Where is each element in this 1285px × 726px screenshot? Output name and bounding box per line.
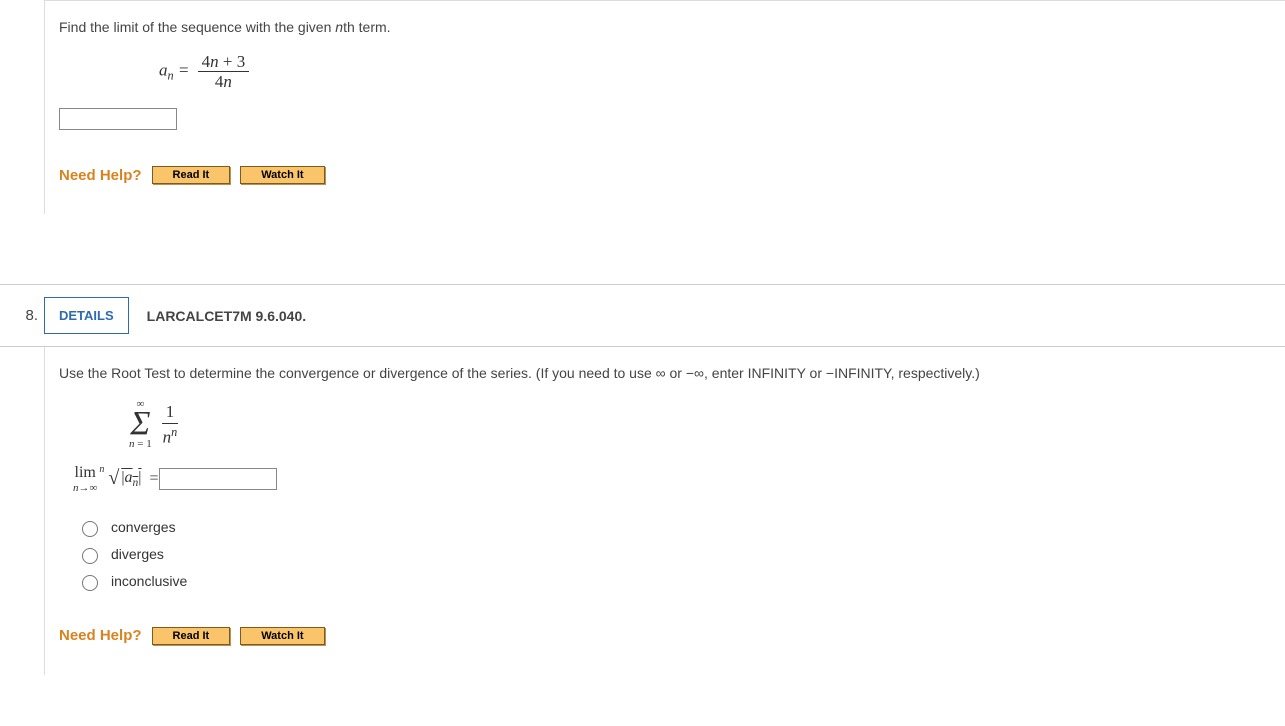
prompt-text-post: th term. — [343, 19, 390, 35]
need-help-row: Need Help? Read It Watch It — [59, 627, 1285, 645]
question-body-8: Use the Root Test to determine the conve… — [44, 347, 1285, 675]
limit-expression: lim n→∞ n √|an| = — [73, 464, 1285, 494]
option-label: inconclusive — [111, 573, 187, 589]
option-label: converges — [111, 519, 176, 535]
question-prompt: Use the Root Test to determine the conve… — [59, 365, 1285, 381]
question-prompt: Find the limit of the sequence with the … — [59, 19, 1285, 35]
nth-root: n √|an| — [105, 467, 143, 490]
root-index: n — [99, 464, 104, 475]
option-converges[interactable]: converges — [77, 518, 1285, 537]
watch-it-button[interactable]: Watch It — [240, 627, 324, 645]
fraction-numerator: 4n + 3 — [198, 53, 250, 72]
watch-it-button[interactable]: Watch It — [240, 166, 324, 184]
formula-eq: = — [174, 60, 194, 79]
option-label: diverges — [111, 546, 164, 562]
options-list: converges diverges inconclusive — [77, 518, 1285, 591]
radio-diverges[interactable] — [82, 548, 98, 564]
formula-a: a — [159, 60, 168, 79]
radical-icon: √ — [108, 467, 119, 489]
series-den: nn — [162, 424, 179, 448]
prompt-text: Find the limit of the sequence with the … — [59, 19, 335, 35]
answer-row — [59, 108, 1285, 130]
option-inconclusive[interactable]: inconclusive — [77, 572, 1285, 591]
series-fraction: 1 nn — [162, 402, 179, 448]
question-header-8: 8. DETAILS LARCALCET7M 9.6.040. — [0, 284, 1285, 347]
read-it-button[interactable]: Read It — [152, 166, 231, 184]
fraction-denominator: 4n — [198, 72, 250, 90]
question-body-7: Find the limit of the sequence with the … — [44, 0, 1285, 214]
question-number: 8. — [0, 285, 44, 346]
root-content: |an| — [119, 469, 143, 486]
sigma-bottom: n = 1 — [129, 439, 152, 450]
radio-converges[interactable] — [82, 521, 98, 537]
option-diverges[interactable]: diverges — [77, 545, 1285, 564]
need-help-label: Need Help? — [59, 167, 142, 184]
formula-fraction: 4n + 3 4n — [198, 53, 250, 90]
limit-eq: = — [150, 470, 159, 488]
answer-input[interactable] — [59, 108, 177, 130]
limit-input[interactable] — [159, 468, 277, 490]
radio-inconclusive[interactable] — [82, 575, 98, 591]
question-reference: LARCALCET7M 9.6.040. — [147, 308, 306, 324]
need-help-label: Need Help? — [59, 627, 142, 644]
formula-an: an = 4n + 3 4n — [159, 53, 1285, 90]
sigma-icon: Σ — [129, 410, 152, 439]
series-expression: ∞ Σ n = 1 1 nn — [129, 399, 1285, 450]
details-button[interactable]: DETAILS — [44, 297, 129, 334]
read-it-button[interactable]: Read It — [152, 627, 231, 645]
lim-symbol: lim n→∞ — [73, 464, 97, 494]
series-num: 1 — [162, 402, 179, 424]
need-help-row: Need Help? Read It Watch It — [59, 166, 1285, 184]
lim-sub: n→∞ — [73, 482, 97, 494]
sigma-symbol: ∞ Σ n = 1 — [129, 399, 152, 450]
prompt-italic-n: n — [335, 19, 343, 35]
